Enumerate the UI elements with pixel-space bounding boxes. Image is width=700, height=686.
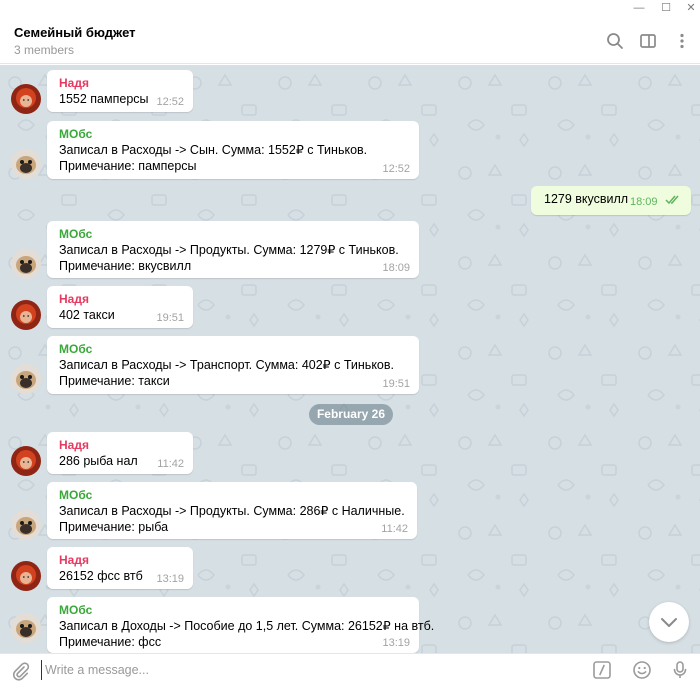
- message-text: Записал в Расходы -> Продукты. Сумма: 28…: [59, 504, 405, 518]
- message-text: Записал в Доходы -> Пособие до 1,5 лет. …: [59, 619, 435, 633]
- message-bubble[interactable]: Надя 1552 памперсы 12:52: [47, 70, 193, 112]
- message-text: 1279 вкусвилл: [544, 192, 629, 206]
- sender-name[interactable]: Надя: [59, 292, 181, 307]
- sender-name[interactable]: МОбс: [59, 603, 407, 618]
- avatar-mobs-bot[interactable]: [11, 613, 41, 643]
- message-time: 18:09: [630, 196, 658, 208]
- chat-header: Семейный бюджет 3 members: [0, 17, 700, 64]
- emoji-icon[interactable]: [632, 660, 652, 683]
- maximize-button[interactable]: ☐: [655, 0, 677, 17]
- sidebar-toggle-icon[interactable]: [638, 31, 658, 51]
- message-time: 11:42: [381, 523, 408, 535]
- sender-name[interactable]: Надя: [59, 553, 181, 568]
- avatar-mobs-bot[interactable]: [11, 364, 41, 394]
- message-time: 11:42: [157, 458, 184, 470]
- message-time: 12:52: [382, 163, 410, 175]
- message-time: 19:51: [382, 378, 410, 390]
- message-bubble[interactable]: МОбс Записал в Доходы -> Пособие до 1,5 …: [47, 597, 435, 653]
- message-time: 13:19: [156, 573, 184, 585]
- message-bubble[interactable]: Надя 402 такси 19:51: [47, 286, 193, 328]
- more-vertical-icon[interactable]: [672, 31, 692, 51]
- message-note: Примечание: рыба: [59, 520, 169, 534]
- message-time: 18:09: [382, 262, 410, 274]
- scroll-to-bottom-button[interactable]: [649, 602, 689, 642]
- paperclip-icon[interactable]: [10, 661, 30, 684]
- message-composer: [0, 653, 700, 686]
- message-bubble[interactable]: МОбс Записал в Расходы -> Транспорт. Сум…: [47, 336, 419, 394]
- avatar-mobs-bot[interactable]: [11, 510, 41, 540]
- message-note: Примечание: фсс: [59, 635, 162, 649]
- message-list[interactable]: Надя 1552 памперсы 12:52 МОбс Записал в …: [0, 65, 700, 653]
- avatar-nadya[interactable]: [11, 300, 41, 330]
- avatar-mobs-bot[interactable]: [11, 149, 41, 179]
- sender-name[interactable]: МОбс: [59, 488, 405, 503]
- message-note: Примечание: вкусвилл: [59, 259, 192, 273]
- message-text: Записал в Расходы -> Продукты. Сумма: 12…: [59, 243, 399, 257]
- microphone-icon[interactable]: [670, 660, 690, 683]
- message-text: Записал в Расходы -> Транспорт. Сумма: 4…: [59, 358, 394, 372]
- double-check-icon: [665, 195, 679, 205]
- message-note: Примечание: памперсы: [59, 159, 197, 173]
- sender-name[interactable]: Надя: [59, 76, 181, 91]
- message-time: 12:52: [156, 96, 184, 108]
- message-bubble[interactable]: МОбс Записал в Расходы -> Продукты. Сумм…: [47, 221, 419, 278]
- avatar-nadya[interactable]: [11, 84, 41, 114]
- message-time: 19:51: [156, 312, 184, 324]
- message-bubble[interactable]: Надя 286 рыба нал 11:42: [47, 432, 193, 474]
- outgoing-message-bubble[interactable]: 1279 вкусвилл 18:09: [531, 186, 691, 215]
- avatar-nadya[interactable]: [11, 561, 41, 591]
- message-bubble[interactable]: МОбс Записал в Расходы -> Сын. Сумма: 15…: [47, 121, 419, 179]
- message-input[interactable]: [41, 660, 581, 680]
- sender-name[interactable]: МОбс: [59, 127, 407, 142]
- close-window-button[interactable]: ✕: [680, 0, 700, 17]
- message-bubble[interactable]: Надя 26152 фсс втб 13:19: [47, 547, 193, 589]
- members-count[interactable]: 3 members: [14, 43, 74, 57]
- chat-title[interactable]: Семейный бюджет: [14, 25, 136, 40]
- date-separator: February 26: [309, 404, 393, 425]
- search-icon[interactable]: [605, 31, 625, 51]
- sender-name[interactable]: Надя: [59, 438, 181, 453]
- minimize-button[interactable]: —: [628, 0, 650, 17]
- message-bubble[interactable]: МОбс Записал в Расходы -> Продукты. Сумм…: [47, 482, 417, 539]
- message-note: Примечание: такси: [59, 374, 170, 388]
- commands-icon[interactable]: [592, 660, 612, 683]
- window-titlebar: — ☐ ✕: [0, 0, 700, 17]
- sender-name[interactable]: МОбс: [59, 342, 407, 357]
- message-time: 13:19: [382, 637, 410, 649]
- avatar-mobs-bot[interactable]: [11, 249, 41, 279]
- sender-name[interactable]: МОбс: [59, 227, 407, 242]
- message-text: Записал в Расходы -> Сын. Сумма: 1552₽ с…: [59, 143, 368, 157]
- chevron-down-icon: [661, 618, 677, 627]
- avatar-nadya[interactable]: [11, 446, 41, 476]
